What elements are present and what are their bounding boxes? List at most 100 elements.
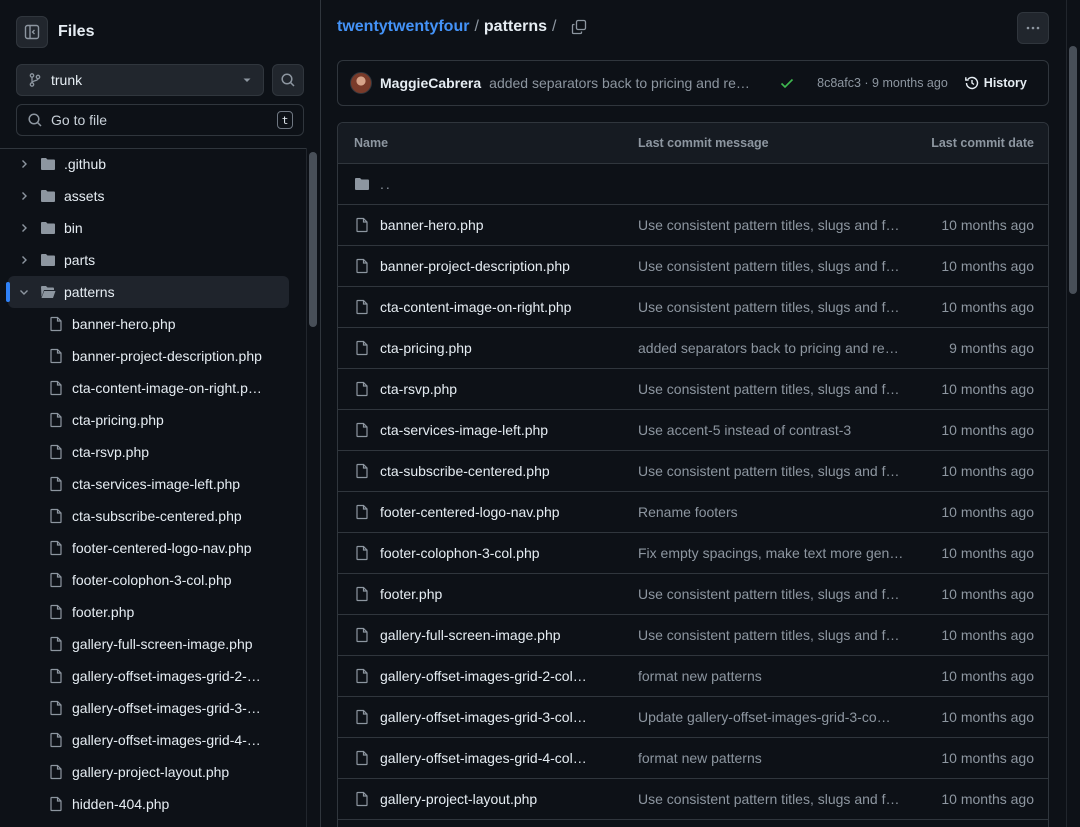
go-to-file-field[interactable]: t [16,104,304,136]
tree-file-item[interactable]: cta-pricing.php [8,404,289,436]
file-icon [354,381,370,397]
table-row[interactable]: footer-centered-logo-nav.php Rename foote… [338,492,1048,533]
tree-file-item[interactable]: cta-subscribe-centered.php [8,500,289,532]
file-icon [48,764,64,780]
tree-folder-item[interactable]: .github [8,148,289,180]
copy-path-button[interactable] [571,19,587,35]
file-name-link[interactable]: footer.php [380,586,638,602]
file-icon [354,463,370,479]
commit-message-link[interactable]: Use consistent pattern titles, slugs and… [638,463,912,479]
breadcrumb-separator: / [552,18,557,35]
commit-message-link[interactable]: Use consistent pattern titles, slugs and… [638,586,912,602]
file-name-link[interactable]: footer-centered-logo-nav.php [380,504,638,520]
commit-message-link[interactable]: added separators back to pricing and re… [489,75,759,91]
file-name-link[interactable]: gallery-offset-images-grid-3-col… [380,709,638,725]
file-name-link[interactable]: gallery-offset-images-grid-2-col… [380,668,638,684]
tree-file-item[interactable]: footer.php [8,596,289,628]
file-icon [48,540,64,556]
chevron-right-icon[interactable] [16,254,32,266]
branch-selector[interactable]: trunk [16,64,264,96]
tree-item-label: assets [64,188,105,204]
tree-file-item[interactable]: footer-colophon-3-col.php [8,564,289,596]
commit-message-link[interactable]: format new patterns [638,668,912,684]
chevron-down-icon[interactable] [16,286,32,298]
file-name-link[interactable]: cta-services-image-left.php [380,422,638,438]
file-name-link[interactable]: gallery-offset-images-grid-4-col… [380,750,638,766]
file-name-link[interactable]: banner-project-description.php [380,258,638,274]
file-name-link[interactable]: cta-content-image-on-right.php [380,299,638,315]
commit-author-link[interactable]: MaggieCabrera [380,75,481,91]
more-options-button[interactable] [1017,12,1049,44]
file-name-link[interactable]: cta-subscribe-centered.php [380,463,638,479]
commit-date: 10 months ago [941,586,1034,602]
commit-message-link[interactable]: Rename footers [638,504,912,520]
file-name-link[interactable]: gallery-project-layout.php [380,791,638,807]
commit-message-link[interactable]: format new patterns [638,750,912,766]
column-header-message: Last commit message [638,136,769,150]
commit-message-link[interactable]: Use consistent pattern titles, slugs and… [638,258,912,274]
file-name-link[interactable]: banner-hero.php [380,217,638,233]
go-to-file-input[interactable] [51,112,277,128]
commit-message-link[interactable]: added separators back to pricing and re… [638,340,912,356]
tree-item-label: cta-services-image-left.php [72,476,241,492]
chevron-right-icon[interactable] [16,158,32,170]
table-row[interactable]: banner-hero.php Use consistent pattern ti… [338,205,1048,246]
table-row[interactable]: gallery-offset-images-grid-3-col… Update … [338,697,1048,738]
table-row[interactable]: cta-content-image-on-right.php Use consis… [338,287,1048,328]
commit-message-link[interactable]: Use consistent pattern titles, slugs and… [638,381,912,397]
table-row[interactable]: cta-pricing.php added separators back to … [338,328,1048,369]
tree-file-item[interactable]: gallery-offset-images-grid-4-… [8,724,289,756]
tree-folder-item[interactable]: assets [8,180,289,212]
sidebar-scrollbar-thumb[interactable] [309,152,317,327]
copy-icon [572,19,587,35]
parent-directory-link[interactable]: .. [380,176,392,192]
commit-message-link[interactable]: Update gallery-offset-images-grid-3-co… [638,709,912,725]
breadcrumb-repo-link[interactable]: twentytwentyfour [337,18,469,36]
commit-message-link[interactable]: Use consistent pattern titles, slugs and… [638,299,912,315]
tree-file-item[interactable]: footer-centered-logo-nav.php [8,532,289,564]
commit-message-link[interactable]: Use consistent pattern titles, slugs and… [638,791,912,807]
table-row[interactable]: gallery-full-screen-image.php Use consist… [338,615,1048,656]
collapse-sidebar-button[interactable] [16,16,48,48]
file-name-link[interactable]: footer-colophon-3-col.php [380,545,638,561]
tree-folder-item[interactable]: bin [8,212,289,244]
commit-message-link[interactable]: Use consistent pattern titles, slugs and… [638,217,912,233]
tree-file-item[interactable]: gallery-offset-images-grid-2-… [8,660,289,692]
tree-folder-item-active[interactable]: patterns [6,276,289,308]
table-row[interactable]: gallery-offset-images-grid-2-col… format … [338,656,1048,697]
tree-file-item[interactable]: gallery-full-screen-image.php [8,628,289,660]
parent-directory-row[interactable]: .. [338,164,1048,205]
history-button[interactable]: History [964,75,1027,91]
avatar[interactable] [350,72,372,94]
table-row[interactable]: cta-services-image-left.php Use accent-5 … [338,410,1048,451]
tree-file-item[interactable]: cta-content-image-on-right.p… [8,372,289,404]
tree-file-item[interactable]: cta-services-image-left.php [8,468,289,500]
tree-file-item[interactable]: gallery-project-layout.php [8,756,289,788]
file-icon [48,700,64,716]
table-row[interactable]: cta-subscribe-centered.php Use consistent… [338,451,1048,492]
commit-message-link[interactable]: Use consistent pattern titles, slugs and… [638,627,912,643]
table-row[interactable]: gallery-offset-images-grid-4-col… format … [338,738,1048,779]
file-name-link[interactable]: gallery-full-screen-image.php [380,627,638,643]
tree-file-item[interactable]: banner-project-description.php [8,340,289,372]
tree-file-item[interactable]: banner-hero.php [8,308,289,340]
table-row[interactable]: footer.php Use consistent pattern titles,… [338,574,1048,615]
table-row[interactable]: banner-project-description.php Use consis… [338,246,1048,287]
table-row[interactable]: gallery-project-layout.php Use consistent… [338,779,1048,820]
page-scrollbar-thumb[interactable] [1069,46,1077,294]
tree-file-item[interactable]: cta-rsvp.php [8,436,289,468]
tree-folder-item[interactable]: parts [8,244,289,276]
tree-file-item[interactable]: hidden-404.php [8,788,289,820]
chevron-right-icon[interactable] [16,222,32,234]
check-icon[interactable] [779,75,795,91]
search-files-button[interactable] [272,64,304,96]
file-name-link[interactable]: cta-pricing.php [380,340,638,356]
table-row[interactable]: cta-rsvp.php Use consistent pattern title… [338,369,1048,410]
tree-file-item[interactable]: gallery-offset-images-grid-3-… [8,692,289,724]
commit-message-link[interactable]: Fix empty spacings, make text more gen… [638,545,912,561]
table-row[interactable]: footer-colophon-3-col.php Fix empty spaci… [338,533,1048,574]
commit-sha-time[interactable]: 8c8afc3 · 9 months ago [817,76,948,90]
commit-message-link[interactable]: Use accent-5 instead of contrast-3 [638,422,912,438]
file-name-link[interactable]: cta-rsvp.php [380,381,638,397]
chevron-right-icon[interactable] [16,190,32,202]
